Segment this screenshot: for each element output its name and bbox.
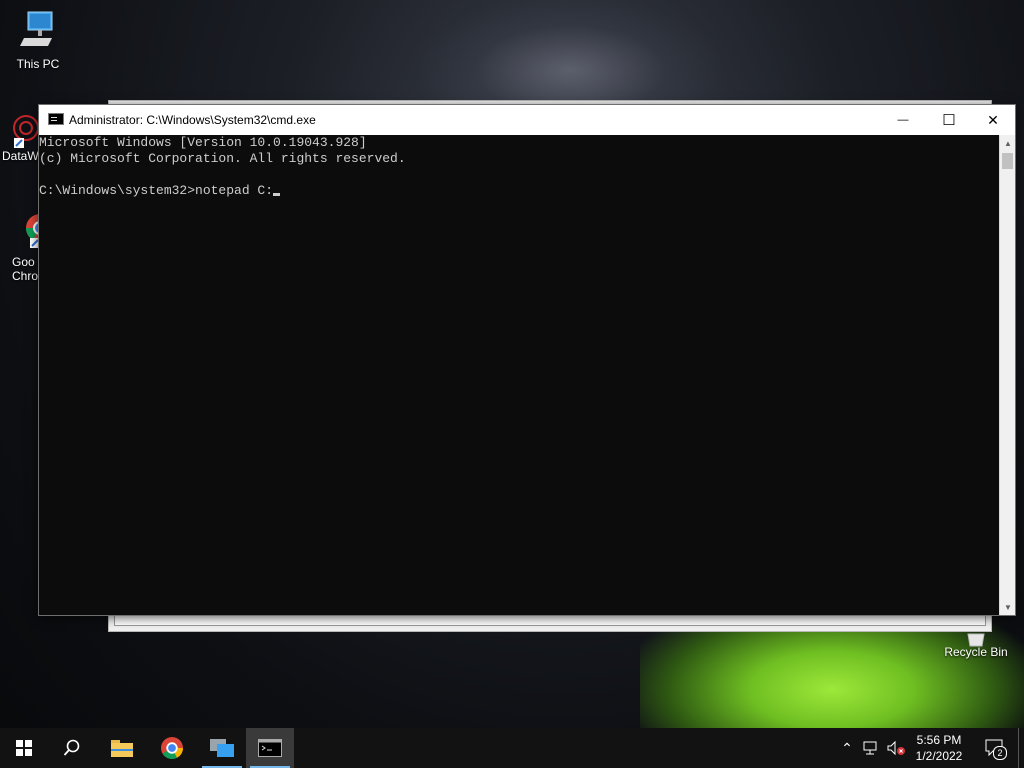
start-button[interactable] bbox=[0, 728, 48, 768]
close-icon: ✕ bbox=[987, 111, 999, 128]
clock-time: 5:56 PM bbox=[916, 733, 962, 747]
scroll-up-icon[interactable]: ▲ bbox=[1000, 135, 1016, 151]
task-view-icon bbox=[210, 739, 234, 757]
search-button[interactable] bbox=[48, 728, 96, 768]
prompt-text: C:\Windows\system32>notepad C: bbox=[39, 183, 274, 198]
show-desktop-button[interactable] bbox=[1018, 728, 1019, 768]
cmd-icon bbox=[48, 113, 64, 125]
network-icon[interactable] bbox=[862, 740, 880, 756]
cmd-window[interactable]: Administrator: C:\Windows\System32\cmd.e… bbox=[38, 104, 1016, 616]
taskbar: ⌃ 5:56 PM 1/2/2022 2 bbox=[0, 728, 1024, 768]
file-explorer-button[interactable] bbox=[98, 728, 146, 768]
console-prompt-line: C:\Windows\system32>notepad C: bbox=[39, 183, 999, 199]
desktop-icon-label: This PC bbox=[16, 57, 60, 71]
console-line: (c) Microsoft Corporation. All rights re… bbox=[39, 151, 406, 166]
close-button[interactable]: ✕ bbox=[970, 105, 1016, 135]
text-cursor bbox=[273, 193, 281, 196]
window-title: Administrator: C:\Windows\System32\cmd.e… bbox=[69, 113, 316, 127]
system-tray: ⌃ bbox=[838, 728, 906, 768]
volume-muted-icon[interactable] bbox=[886, 740, 906, 756]
chrome-icon bbox=[161, 737, 183, 759]
notification-icon: 2 bbox=[985, 739, 1007, 760]
desktop-icon-this-pc[interactable]: This PC bbox=[0, 8, 76, 71]
scroll-down-icon[interactable]: ▼ bbox=[1000, 599, 1016, 615]
chevron-up-icon[interactable]: ⌃ bbox=[838, 740, 856, 757]
task-view-button[interactable] bbox=[198, 728, 246, 768]
clock-date: 1/2/2022 bbox=[915, 749, 963, 763]
minimize-button[interactable]: — bbox=[880, 105, 926, 135]
console-line: Microsoft Windows [Version 10.0.19043.92… bbox=[39, 135, 367, 150]
computer-icon bbox=[20, 11, 53, 46]
clock[interactable]: 5:56 PM 1/2/2022 bbox=[908, 732, 970, 764]
chrome-taskbar-button[interactable] bbox=[148, 728, 196, 768]
console-output[interactable]: Microsoft Windows [Version 10.0.19043.92… bbox=[39, 135, 999, 615]
start-icon bbox=[16, 740, 32, 756]
datawrapper-icon bbox=[13, 115, 39, 148]
cmd-icon bbox=[258, 739, 282, 757]
maximize-button[interactable]: ☐ bbox=[926, 105, 972, 135]
notification-button[interactable]: 2 bbox=[982, 728, 1008, 768]
desktop-icon-label: Recycle Bin bbox=[944, 645, 1008, 659]
maximize-icon: ☐ bbox=[942, 112, 956, 129]
vertical-scrollbar[interactable]: ▲ ▼ bbox=[999, 135, 1015, 615]
cmd-taskbar-button[interactable] bbox=[246, 728, 294, 768]
title-bar[interactable]: Administrator: C:\Windows\System32\cmd.e… bbox=[39, 105, 1015, 135]
file-explorer-icon bbox=[111, 740, 133, 757]
notification-count-badge: 2 bbox=[993, 746, 1007, 760]
search-icon bbox=[63, 739, 80, 756]
minimize-icon: — bbox=[897, 114, 909, 126]
scroll-thumb[interactable] bbox=[1002, 153, 1013, 169]
